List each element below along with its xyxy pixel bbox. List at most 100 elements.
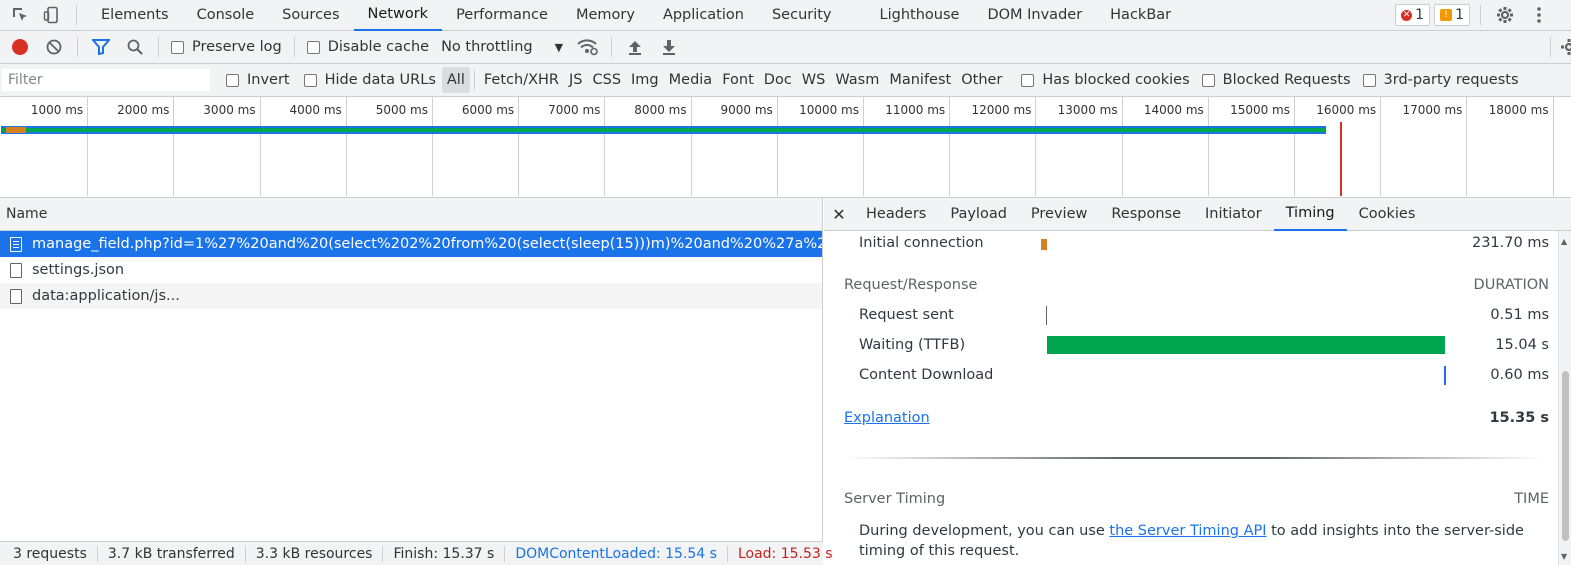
tab-dom-invader[interactable]: DOM Invader (973, 0, 1096, 31)
preserve-log-checkbox[interactable]: Preserve log (171, 39, 282, 55)
type-filter-manifest[interactable]: Manifest (884, 72, 956, 88)
detail-tab-cookies[interactable]: Cookies (1347, 198, 1428, 231)
overview-grid-line (776, 97, 778, 196)
content-download-bar (1444, 366, 1446, 385)
hide-data-urls-checkbox[interactable]: Hide data URLs (303, 72, 436, 88)
has-blocked-cookies-checkbox[interactable]: Has blocked cookies (1021, 72, 1190, 88)
filter-toggle-button[interactable] (84, 31, 118, 64)
filter-input[interactable]: Filter (2, 69, 210, 91)
checkbox-box[interactable] (1362, 73, 1376, 87)
overview-ttfb-segment (1, 128, 1326, 132)
detail-tab-initiator[interactable]: Initiator (1193, 198, 1274, 231)
search-button[interactable] (118, 31, 152, 64)
preserve-log-label: Preserve log (192, 39, 282, 55)
warning-icon: ! (1440, 9, 1453, 21)
checkbox-box[interactable] (171, 40, 184, 54)
detail-tab-timing[interactable]: Timing (1273, 198, 1347, 231)
server-timing-text: During development, you can use (859, 523, 1110, 539)
close-detail-icon[interactable]: ✕ (824, 205, 854, 224)
overview-grid-line (87, 97, 89, 196)
detail-tab-preview[interactable]: Preview (1019, 198, 1099, 231)
device-toolbar-icon[interactable] (40, 3, 64, 27)
overview-tick-label: 2000 ms (117, 103, 170, 117)
duration-header: DURATION (1473, 277, 1549, 293)
type-filter-font[interactable]: Font (717, 72, 759, 88)
overview-grid-line (173, 97, 175, 196)
type-filter-wasm[interactable]: Wasm (830, 72, 884, 88)
tab-console[interactable]: Console (183, 0, 269, 31)
scrollbar-thumb[interactable] (1562, 371, 1569, 541)
checkbox-box[interactable] (1201, 73, 1215, 87)
type-filter-ws[interactable]: WS (797, 72, 831, 88)
request-list: Name manage_field.php?id=1%27%20and%20(s… (0, 198, 833, 565)
invert-checkbox[interactable]: Invert (226, 72, 290, 88)
server-timing-header: Server Timing (844, 491, 946, 507)
checkbox-box[interactable] (303, 73, 317, 87)
checkbox-box[interactable] (226, 73, 239, 87)
wifi-settings-icon (577, 39, 598, 56)
request-row[interactable]: data:application/js... (0, 283, 822, 309)
tab-sources[interactable]: Sources (268, 0, 353, 31)
disable-cache-checkbox[interactable]: Disable cache (306, 39, 429, 55)
type-filter-all[interactable]: All (441, 67, 470, 93)
warning-count-badge[interactable]: ! 1 (1434, 4, 1470, 26)
request-row[interactable]: manage_field.php?id=1%27%20and%20(select… (0, 231, 822, 257)
scroll-up-arrow-icon[interactable]: ▲ (1561, 237, 1567, 246)
initial-connection-value: 231.70 ms (1471, 235, 1549, 251)
request-row[interactable]: settings.json (0, 257, 822, 283)
detail-tab-payload[interactable]: Payload (938, 198, 1019, 231)
checkbox-box[interactable] (306, 40, 320, 54)
total-duration: 15.35 s (1489, 410, 1549, 426)
timing-panel: Initial connection 231.70 ms Request/Res… (824, 231, 1557, 565)
settings-gear-icon[interactable] (1493, 3, 1517, 27)
network-overview-timeline[interactable]: 1000 ms 2000 ms 3000 ms 4000 ms 5000 ms 6000 … (0, 97, 1571, 198)
tab-lighthouse[interactable]: Lighthouse (866, 0, 974, 31)
type-filter-img[interactable]: Img (626, 72, 664, 88)
blocked-requests-checkbox[interactable]: Blocked Requests (1201, 72, 1351, 88)
tab-performance[interactable]: Performance (442, 0, 562, 31)
overview-grid-line (1294, 97, 1295, 196)
overview-request-bar (1, 126, 1326, 134)
initial-connection-bar (1041, 239, 1047, 250)
clear-button[interactable] (37, 31, 71, 64)
type-filter-css[interactable]: CSS (587, 72, 626, 88)
type-filter-js[interactable]: JS (564, 72, 587, 88)
tab-security[interactable]: Security (758, 0, 866, 31)
explanation-link[interactable]: Explanation (844, 410, 930, 426)
record-button[interactable] (3, 31, 37, 64)
export-har-button[interactable] (652, 31, 686, 64)
tab-hackbar[interactable]: HackBar (1096, 0, 1185, 31)
server-timing-api-link[interactable]: the Server Timing API (1109, 523, 1266, 539)
third-party-requests-checkbox[interactable]: 3rd-party requests (1362, 72, 1519, 88)
type-filter-fetch-xhr[interactable]: Fetch/XHR (479, 72, 564, 88)
overview-grid-line (949, 97, 951, 196)
network-conditions-button[interactable] (571, 31, 605, 64)
type-filter-other[interactable]: Other (956, 72, 1007, 88)
overview-grid-line (518, 97, 520, 196)
inspect-element-icon[interactable] (8, 3, 32, 27)
overview-tick-label: 10000 ms (799, 103, 859, 117)
overview-tick-label: 12000 ms (971, 103, 1032, 117)
tab-network[interactable]: Network (353, 0, 443, 31)
detail-tab-response[interactable]: Response (1099, 198, 1193, 231)
type-filter-doc[interactable]: Doc (759, 72, 797, 88)
error-count-badge[interactable]: ✕ 1 (1395, 4, 1431, 26)
scroll-down-arrow-icon[interactable]: ▼ (1561, 552, 1567, 561)
tab-application[interactable]: Application (649, 0, 758, 31)
type-filter-media[interactable]: Media (664, 72, 718, 88)
tab-memory[interactable]: Memory (562, 0, 649, 31)
throttling-select[interactable]: No throttling ▼ (441, 39, 563, 55)
detail-scrollbar[interactable]: ▲ ▼ (1558, 231, 1571, 565)
checkbox-box[interactable] (1021, 73, 1035, 87)
import-har-button[interactable] (618, 31, 652, 64)
tab-elements[interactable]: Elements (87, 0, 183, 31)
more-options-icon[interactable] (1527, 3, 1551, 27)
content-download-value: 0.60 ms (1490, 367, 1549, 383)
network-settings-gear-icon[interactable] (1557, 35, 1571, 59)
overview-grid-line (690, 97, 692, 196)
third-party-requests-label: 3rd-party requests (1383, 72, 1519, 88)
separator (473, 70, 475, 90)
request-sent-label: Request sent (859, 307, 954, 323)
column-header-name[interactable]: Name (0, 198, 822, 231)
detail-tab-headers[interactable]: Headers (854, 198, 938, 231)
